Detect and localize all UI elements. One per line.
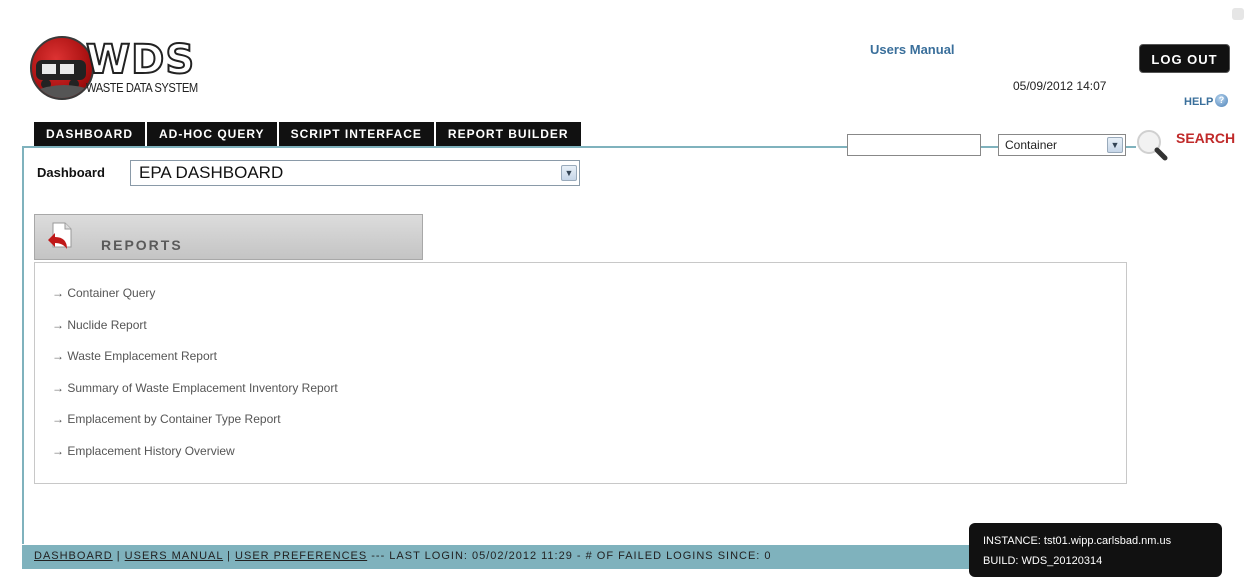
footer-link-users-manual[interactable]: USERS MANUAL xyxy=(125,550,223,562)
build-version: BUILD: WDS_20120314 xyxy=(983,555,1103,567)
chevron-down-icon[interactable]: ▼ xyxy=(1107,137,1123,153)
report-back-icon xyxy=(47,221,75,253)
help-icon[interactable]: ? xyxy=(1215,94,1228,107)
dashboard-label: Dashboard xyxy=(37,165,105,180)
footer-link-dashboard[interactable]: DASHBOARD xyxy=(34,550,113,562)
tab-dashboard[interactable]: DASHBOARD xyxy=(34,122,147,146)
current-datetime: 05/09/2012 14:07 xyxy=(1013,79,1107,93)
instance-info-tooltip: INSTANCE: tst01.wipp.carlsbad.nm.us BUIL… xyxy=(969,523,1222,577)
frame-border-top xyxy=(22,146,848,148)
footer-separator: | xyxy=(227,550,231,562)
wds-logo: WDS WASTE DATA SYSTEM xyxy=(30,36,220,102)
reports-panel-header: REPORTS xyxy=(34,214,423,260)
report-link-label: Emplacement History Overview xyxy=(67,444,235,458)
logout-button[interactable]: LOG OUT xyxy=(1139,44,1230,73)
dashboard-select[interactable]: EPA DASHBOARD ▼ xyxy=(130,160,580,186)
logo-text: WDS xyxy=(85,37,196,83)
report-link-label: Emplacement by Container Type Report xyxy=(67,412,281,426)
report-link-history-overview[interactable]: → Emplacement History Overview xyxy=(52,444,235,458)
magnifier-icon[interactable] xyxy=(1133,128,1173,162)
instance-name: INSTANCE: tst01.wipp.carlsbad.nm.us xyxy=(983,535,1172,547)
reports-title: REPORTS xyxy=(101,237,183,253)
footer-link-user-preferences[interactable]: USER PREFERENCES xyxy=(235,550,367,562)
search-input[interactable] xyxy=(847,134,981,156)
report-link-label: Waste Emplacement Report xyxy=(67,349,217,363)
search-button[interactable]: SEARCH xyxy=(1176,130,1235,146)
report-link-emplacement-summary[interactable]: → Summary of Waste Emplacement Inventory… xyxy=(52,381,338,395)
frame-border-connector xyxy=(981,146,998,148)
report-link-label: Summary of Waste Emplacement Inventory R… xyxy=(67,381,338,395)
report-link-container-query[interactable]: → Container Query xyxy=(52,286,155,300)
chevron-down-icon[interactable]: ▼ xyxy=(561,165,577,181)
logo-emblem-icon xyxy=(30,36,94,100)
footer-separator: | xyxy=(116,550,121,562)
logo-subtitle: WASTE DATA SYSTEM xyxy=(86,80,198,95)
search-type-value: Container xyxy=(1005,138,1058,152)
main-nav: DASHBOARD AD-HOC QUERY SCRIPT INTERFACE … xyxy=(34,122,581,146)
report-link-label: Nuclide Report xyxy=(67,318,147,332)
tab-report-builder[interactable]: REPORT BUILDER xyxy=(435,122,581,146)
users-manual-link[interactable]: Users Manual xyxy=(870,42,955,57)
last-login-status: --- LAST LOGIN: 05/02/2012 11:29 - # OF … xyxy=(371,550,772,562)
report-link-nuclide[interactable]: → Nuclide Report xyxy=(52,318,147,332)
help-link[interactable]: HELP xyxy=(1184,96,1213,108)
frame-border-left xyxy=(22,146,24,544)
report-link-container-type[interactable]: → Emplacement by Container Type Report xyxy=(52,412,281,426)
tab-ad-hoc-query[interactable]: AD-HOC QUERY xyxy=(147,122,279,146)
window-corner-icon xyxy=(1232,8,1244,20)
search-type-select[interactable]: Container ▼ xyxy=(998,134,1126,156)
tab-script-interface[interactable]: SCRIPT INTERFACE xyxy=(278,122,436,146)
footer-text: DASHBOARD | USERS MANUAL | USER PREFEREN… xyxy=(34,550,772,562)
dashboard-select-value: EPA DASHBOARD xyxy=(139,163,284,182)
report-link-label: Container Query xyxy=(67,286,156,300)
report-link-waste-emplacement[interactable]: → Waste Emplacement Report xyxy=(52,349,217,363)
